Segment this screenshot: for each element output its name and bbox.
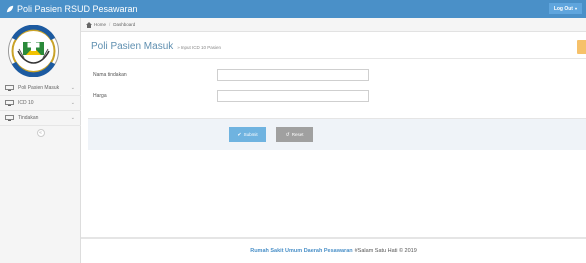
chevron-down-icon: ⌄	[70, 85, 75, 91]
monitor-icon	[5, 100, 14, 106]
caret-down-icon: ▾	[574, 6, 577, 11]
sidebar-item-label: ICD 10	[18, 100, 34, 106]
chevron-down-icon: ⌄	[70, 100, 75, 106]
app-title: Poli Pasien RSUD Pesawaran	[17, 4, 138, 14]
breadcrumb: Home / Dashboard	[81, 18, 586, 32]
sidebar-collapse-button[interactable]: «	[36, 129, 45, 137]
sidebar: Poli Pasien Masuk ⌄ ICD 10 ⌄ Tindakan ⌄ …	[0, 18, 81, 263]
form-actions: ✔ Submit ↺ Reset	[88, 118, 586, 150]
nama-tindakan-label: Nama tindakan	[93, 72, 127, 78]
header-divider	[88, 58, 586, 59]
check-icon: ✔	[237, 131, 242, 138]
sidebar-menu: Poli Pasien Masuk ⌄ ICD 10 ⌄ Tindakan ⌄ …	[0, 81, 81, 137]
brand[interactable]: Poli Pasien RSUD Pesawaran	[0, 4, 138, 14]
monitor-icon	[5, 115, 14, 121]
sidebar-item-poli-pasien-masuk[interactable]: Poli Pasien Masuk ⌄	[0, 81, 81, 96]
footer: Rumah Sakit Umum Daerah Pesawaran #Salam…	[81, 237, 586, 263]
leaf-icon	[6, 5, 14, 13]
page-title: Poli Pasien Masuk	[91, 41, 174, 52]
sidebar-item-tindakan[interactable]: Tindakan ⌄	[0, 111, 81, 126]
double-chevron-right-icon: »	[177, 45, 180, 50]
sidebar-item-icd-10[interactable]: ICD 10 ⌄	[0, 96, 81, 111]
hospital-logo	[8, 25, 59, 77]
home-icon	[86, 21, 92, 28]
navbar: Poli Pasien RSUD Pesawaran Log Out ▾	[0, 0, 586, 18]
breadcrumb-separator: /	[109, 22, 111, 27]
nama-tindakan-input[interactable]	[217, 69, 369, 81]
reset-button[interactable]: ↺ Reset	[276, 127, 313, 142]
footer-org: Rumah Sakit Umum Daerah Pesawaran	[250, 248, 353, 254]
form-row-harga: Harga	[93, 90, 217, 102]
logout-button[interactable]: Log Out ▾	[548, 3, 582, 14]
page-subtitle: »Input ICD 10 Pasien	[177, 45, 222, 50]
sidebar-item-label: Tindakan	[18, 115, 39, 121]
page-header: Poli Pasien Masuk »Input ICD 10 Pasien	[91, 41, 221, 53]
footer-tagline: #Salam Satu Hati © 2019	[354, 248, 417, 254]
double-chevron-left-icon: «	[39, 130, 42, 136]
undo-icon: ↺	[285, 131, 290, 138]
breadcrumb-home-link[interactable]: Home	[94, 22, 106, 27]
harga-label: Harga	[93, 93, 107, 99]
settings-toggle-button[interactable]	[577, 40, 586, 54]
monitor-icon	[5, 85, 14, 91]
form-row-nama-tindakan: Nama tindakan	[93, 69, 217, 81]
breadcrumb-current: Dashboard	[113, 22, 136, 27]
sidebar-item-label: Poli Pasien Masuk	[18, 85, 60, 91]
chevron-down-icon: ⌄	[70, 115, 75, 121]
submit-button[interactable]: ✔ Submit	[229, 127, 266, 142]
harga-input[interactable]	[217, 90, 369, 102]
